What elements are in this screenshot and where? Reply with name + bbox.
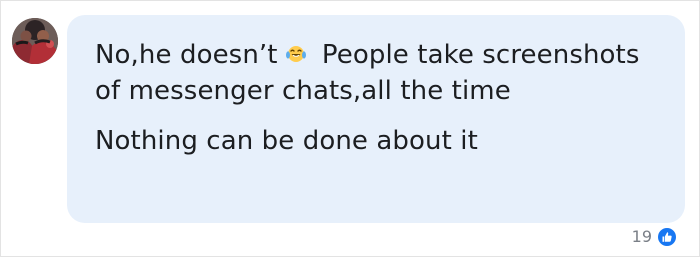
thumbs-up-icon — [656, 226, 678, 248]
comment-bubble: No,he doesn’t People take screenshots of… — [67, 15, 685, 223]
comment-text: No,he doesn’t People take screenshots of… — [95, 37, 657, 109]
comment-text-second-line: Nothing can be done about it — [95, 126, 478, 156]
comment-text-part-1: No,he doesn’t — [95, 40, 278, 70]
reaction-count: 19 — [631, 227, 652, 246]
comment-card: No,he doesn’t People take screenshots of… — [0, 0, 700, 257]
reaction-summary[interactable]: 19 — [632, 225, 678, 249]
avatar-photo-icon — [12, 18, 58, 64]
avatar[interactable] — [12, 18, 58, 64]
joy-tears-icon — [282, 39, 310, 62]
